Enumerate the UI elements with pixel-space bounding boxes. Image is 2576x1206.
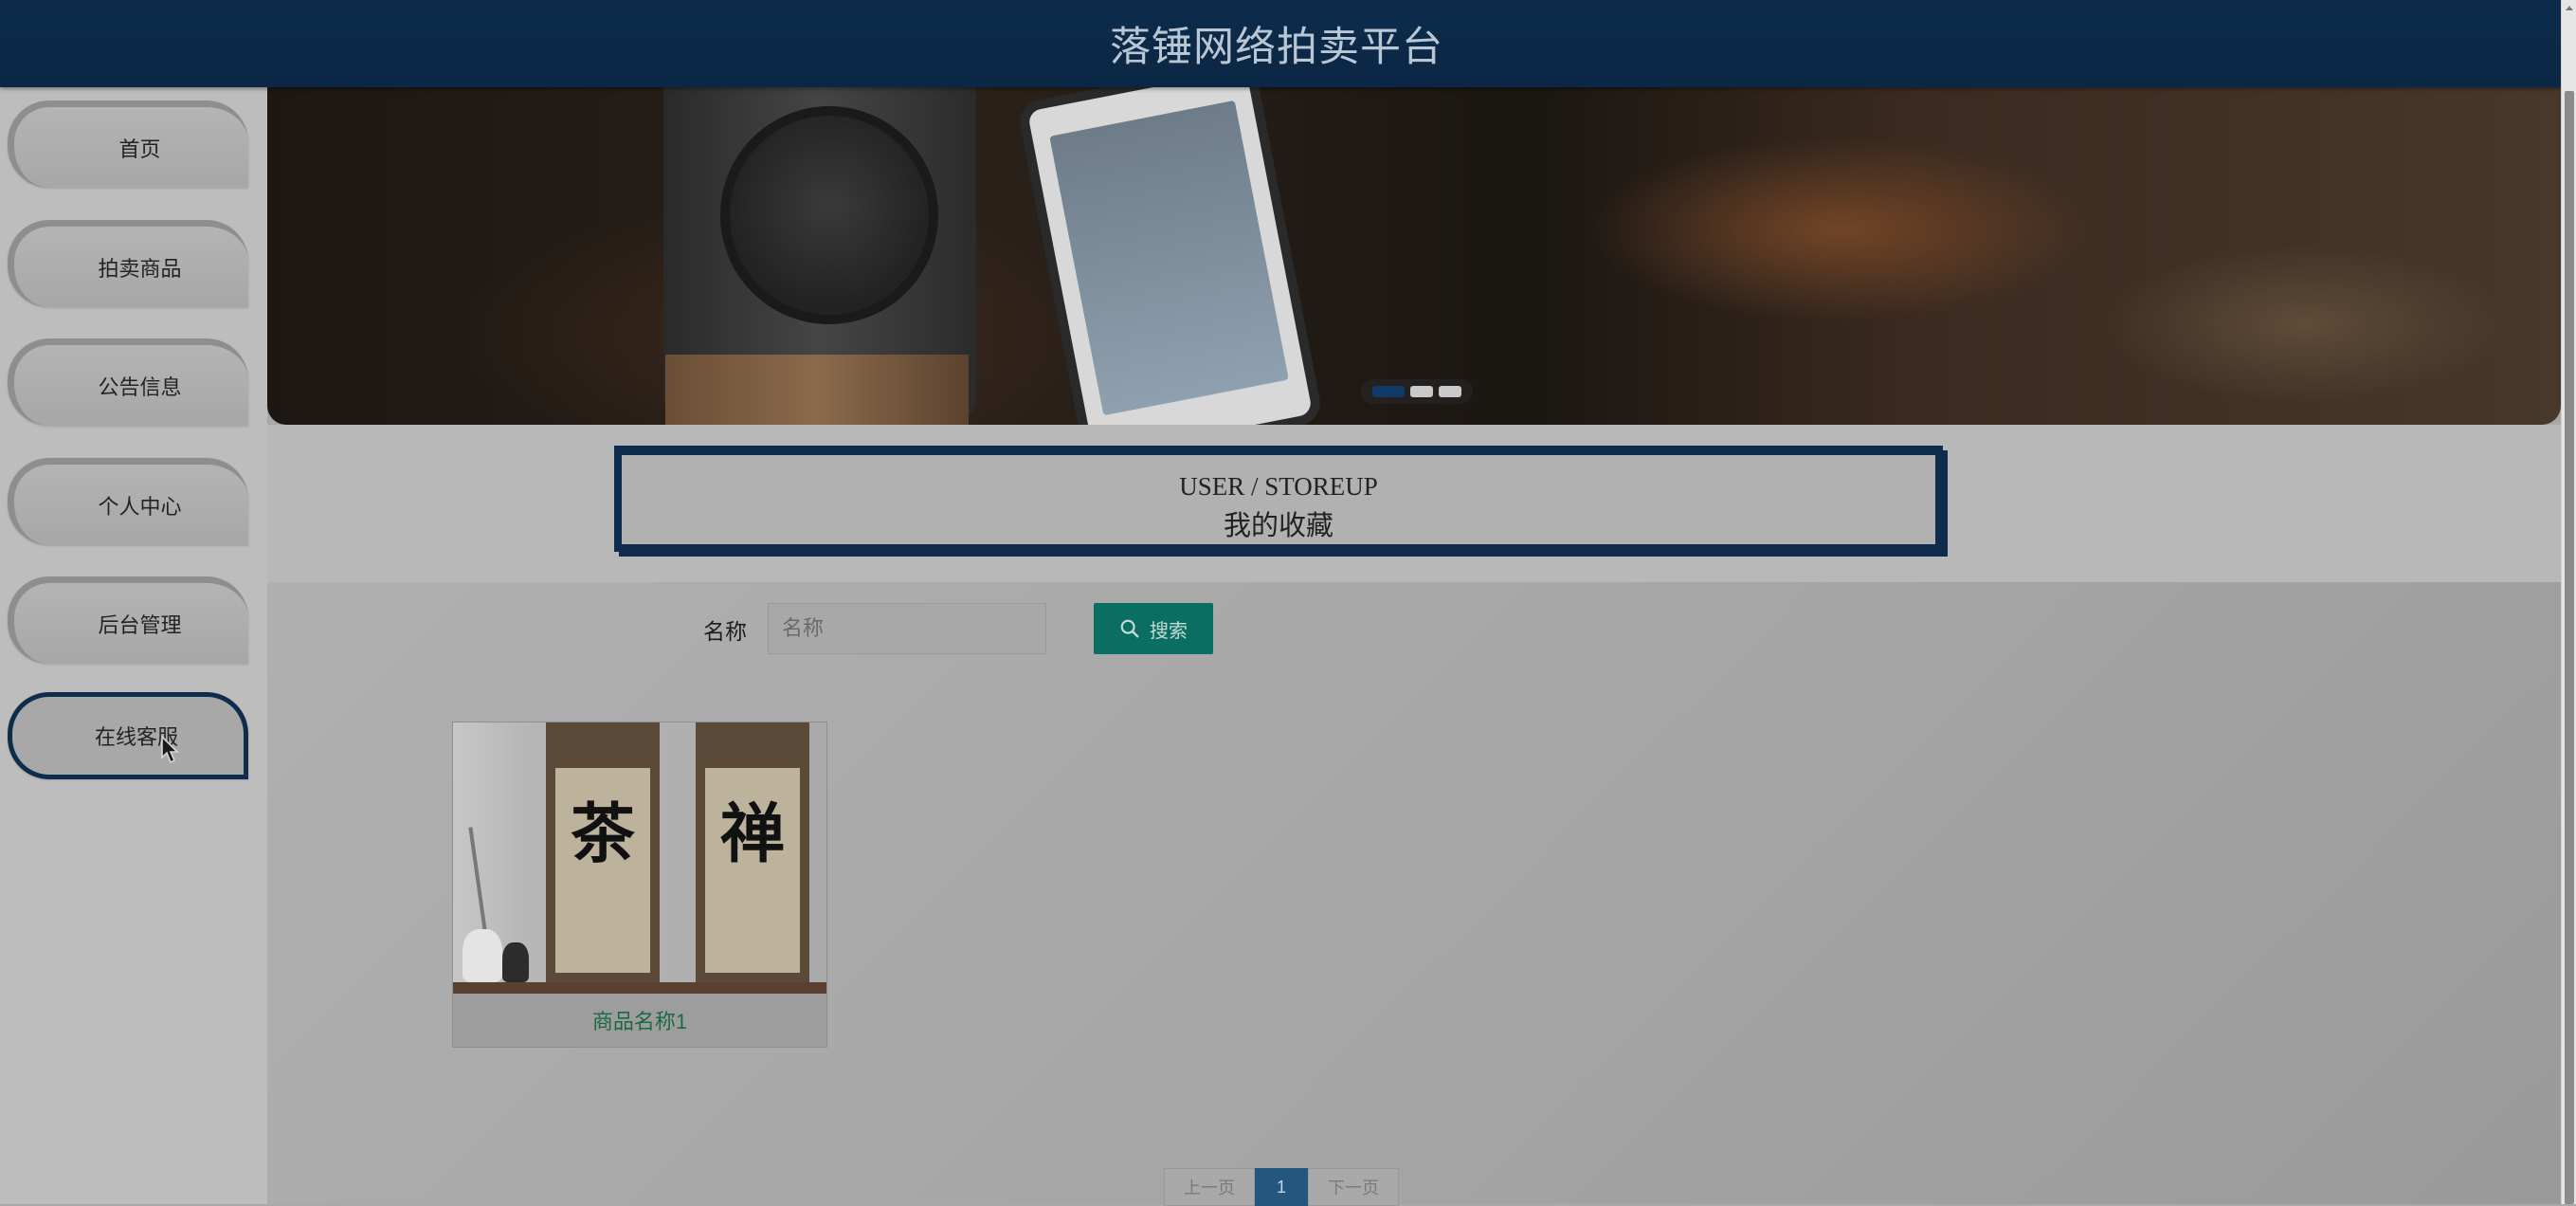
page-scrollbar[interactable] (2561, 0, 2576, 1204)
sidebar-item-admin[interactable]: 后台管理 (8, 576, 248, 664)
page-title-cn: 我的收藏 (1223, 511, 1333, 541)
page-title-box: USER / STOREUP 我的收藏 (614, 446, 1943, 552)
product-name[interactable]: 商品名称1 (453, 994, 826, 1047)
carousel-indicators (1361, 379, 1473, 404)
carousel-dot-2[interactable] (1410, 386, 1433, 397)
sidebar-item-label: 首页 (118, 137, 161, 161)
sidebar-item-label: 后台管理 (98, 612, 182, 637)
banner-phone-image (1016, 87, 1324, 425)
product-card[interactable]: 茶 禅 商品名称1 (452, 722, 827, 1048)
banner-cup-sleeve-image (665, 355, 969, 425)
search-button[interactable]: 搜索 (1094, 603, 1213, 654)
banner-carousel (267, 87, 2561, 425)
calligraphy-scroll-right: 禅 (696, 722, 809, 994)
sidebar-item-auction-goods[interactable]: 拍卖商品 (8, 220, 248, 307)
sidebar-item-label: 个人中心 (98, 494, 182, 519)
calligraphy-char: 茶 (570, 796, 635, 872)
search-button-label: 搜索 (1150, 620, 1188, 642)
carousel-dot-1[interactable] (1372, 386, 1405, 397)
sidebar-item-label: 公告信息 (98, 375, 182, 399)
mouse-cursor-icon (161, 736, 179, 764)
next-page-button[interactable]: 下一页 (1308, 1168, 1400, 1206)
vase-decoration (502, 942, 529, 982)
scrollbar-thumb[interactable] (2565, 91, 2574, 1204)
scroll-paper: 禅 (705, 768, 800, 973)
sidebar-item-personal-center[interactable]: 个人中心 (8, 458, 248, 545)
prev-page-button[interactable]: 上一页 (1164, 1168, 1255, 1206)
sidebar-item-label: 拍卖商品 (98, 256, 182, 281)
product-image[interactable]: 茶 禅 (453, 722, 826, 994)
sidebar-item-home[interactable]: 首页 (8, 100, 248, 188)
sidebar-item-announcements[interactable]: 公告信息 (8, 338, 248, 426)
carousel-dot-3[interactable] (1439, 386, 1461, 397)
site-title: 落锤网络拍卖平台 (1110, 25, 1443, 70)
banner-phone-screen (1049, 100, 1289, 416)
search-input[interactable] (768, 603, 1046, 654)
pagination: 上一页 1 下一页 (1164, 1168, 1400, 1206)
sidebar-nav: 首页 拍卖商品 公告信息 个人中心 后台管理 在线客服 (0, 87, 267, 1204)
calligraphy-char: 禅 (719, 796, 785, 872)
sidebar-item-online-service[interactable]: 在线客服 (8, 692, 248, 779)
banner-cup-logo-image (720, 106, 938, 324)
calligraphy-scroll-left: 茶 (546, 722, 660, 994)
search-icon (1120, 619, 1139, 638)
page-title-en: USER / STOREUP (1179, 472, 1378, 501)
vase-decoration (463, 929, 502, 982)
scroll-paper: 茶 (555, 768, 650, 973)
page-number-current[interactable]: 1 (1255, 1168, 1309, 1206)
scroll-up-arrow-icon[interactable] (2566, 6, 2573, 10)
shelf-decoration (453, 982, 826, 994)
branch-decoration (468, 827, 487, 931)
search-label: 名称 (703, 619, 747, 644)
site-header: 落锤网络拍卖平台 (0, 0, 2561, 87)
